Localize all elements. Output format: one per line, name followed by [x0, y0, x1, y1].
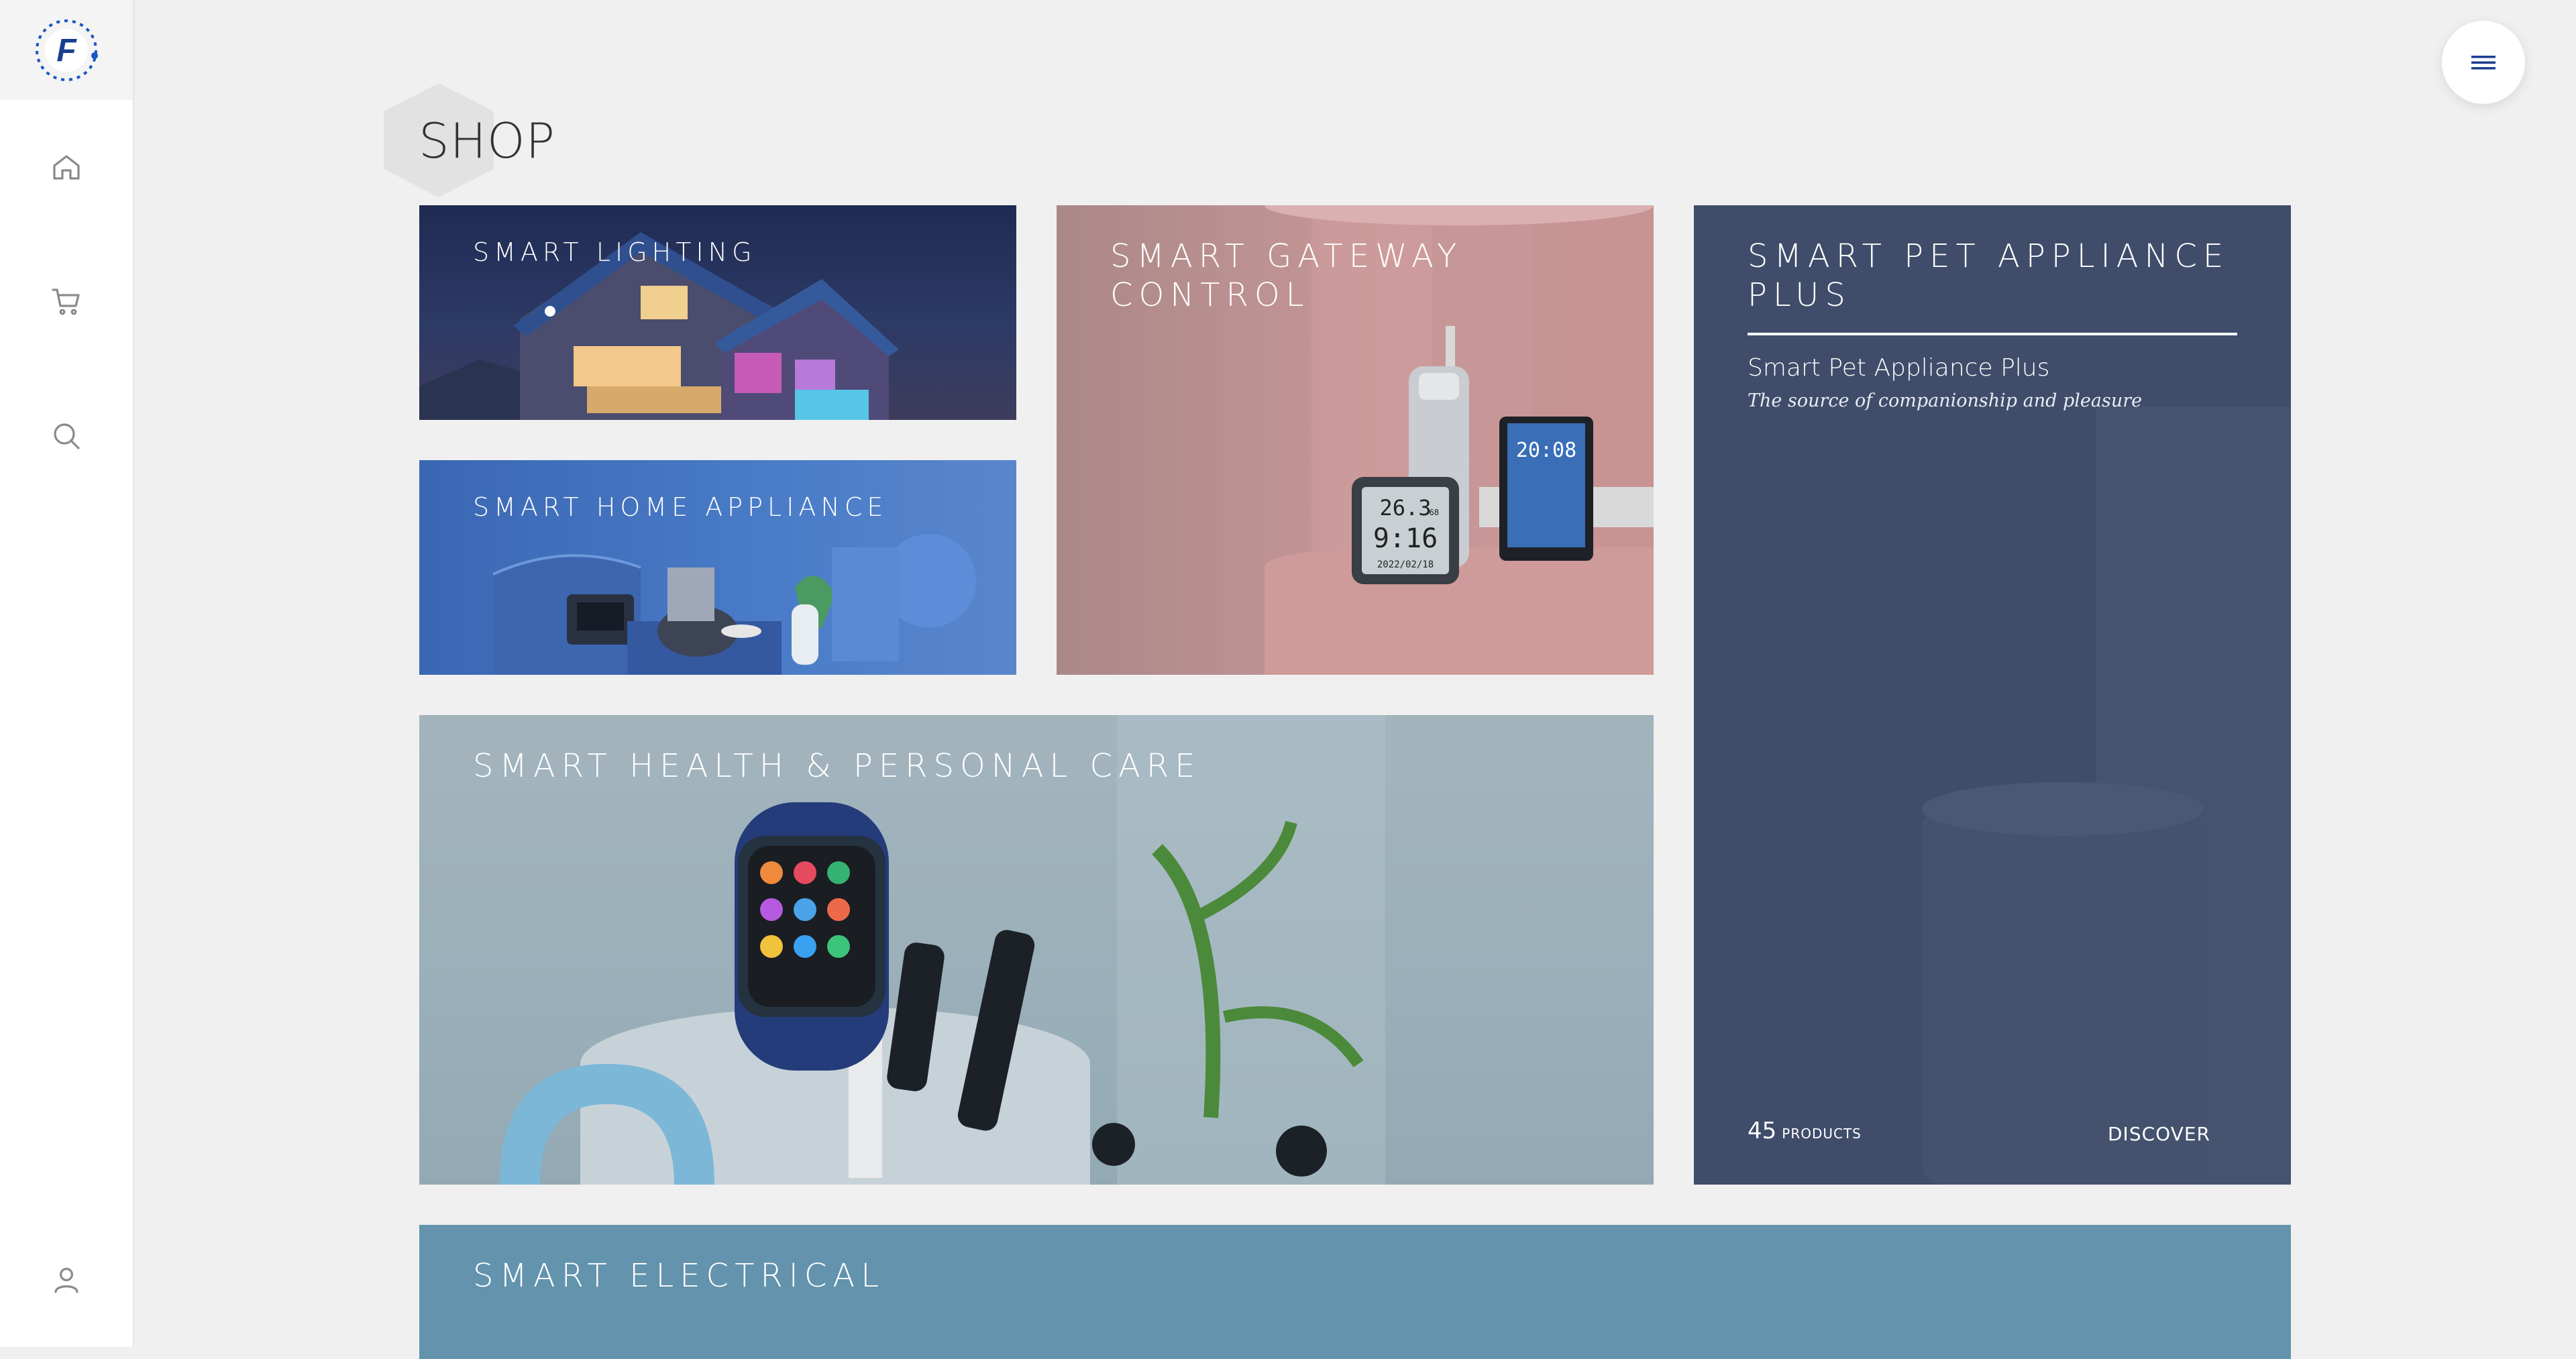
card-tagline: The source of companionship and pleasure: [1748, 390, 2143, 411]
product-count-unit: PRODUCTS: [1782, 1126, 1862, 1142]
watch-app-icons: [760, 861, 850, 958]
cart-icon[interactable]: [45, 280, 88, 323]
svg-text:20:08: 20:08: [1516, 439, 1576, 462]
sidebar: F: [0, 0, 134, 1347]
discover-link[interactable]: DISCOVER: [2108, 1123, 2210, 1145]
card-subtitle: Smart Pet Appliance Plus: [1748, 354, 2050, 382]
category-label: SMART ELECTRICAL: [473, 1257, 885, 1295]
category-label: SMART LIGHTING: [473, 237, 757, 267]
svg-text:26.3: 26.3: [1379, 495, 1431, 521]
category-card-smart-electrical[interactable]: SMART ELECTRICAL: [419, 1225, 2291, 1359]
search-icon[interactable]: [45, 415, 88, 457]
category-card-smart-home-appliance[interactable]: SMART HOME APPLIANCE: [419, 460, 1016, 675]
logo-icon: F: [36, 19, 98, 81]
product-count-value: 45: [1748, 1118, 1777, 1144]
category-label: SMART PET APPLIANCE PLUS: [1748, 237, 2230, 314]
svg-text:2022/02/18: 2022/02/18: [1377, 559, 1434, 570]
page-title: SHOP: [419, 113, 555, 169]
product-count: 45 PRODUCTS: [1748, 1118, 1862, 1144]
user-icon[interactable]: [45, 1258, 88, 1301]
category-card-smart-health-personal-care[interactable]: SMART HEALTH & PERSONAL CARE: [419, 715, 1654, 1185]
svg-text:9:16: 9:16: [1373, 523, 1438, 554]
divider: [1748, 333, 2237, 335]
category-label: SMART GATEWAY CONTROL: [1110, 237, 1463, 314]
pet-appliance-background: [1922, 406, 2291, 1185]
category-card-smart-pet-appliance-plus[interactable]: SMART PET APPLIANCE PLUS Smart Pet Appli…: [1694, 205, 2291, 1185]
category-label: SMART HEALTH & PERSONAL CARE: [473, 747, 1201, 785]
home-icon[interactable]: [45, 146, 88, 189]
brand-logo[interactable]: F: [0, 0, 133, 100]
svg-text:F: F: [56, 33, 77, 68]
menu-button[interactable]: [2442, 21, 2525, 104]
hamburger-icon: [2471, 56, 2496, 70]
category-card-smart-gateway-control[interactable]: 20:08 26.3 68 9:16 2022/02/18 SMART GATE…: [1057, 205, 1654, 675]
svg-text:68: 68: [1430, 508, 1439, 517]
category-card-smart-lighting[interactable]: SMART LIGHTING: [419, 205, 1016, 420]
category-label: SMART HOME APPLIANCE: [473, 492, 888, 522]
